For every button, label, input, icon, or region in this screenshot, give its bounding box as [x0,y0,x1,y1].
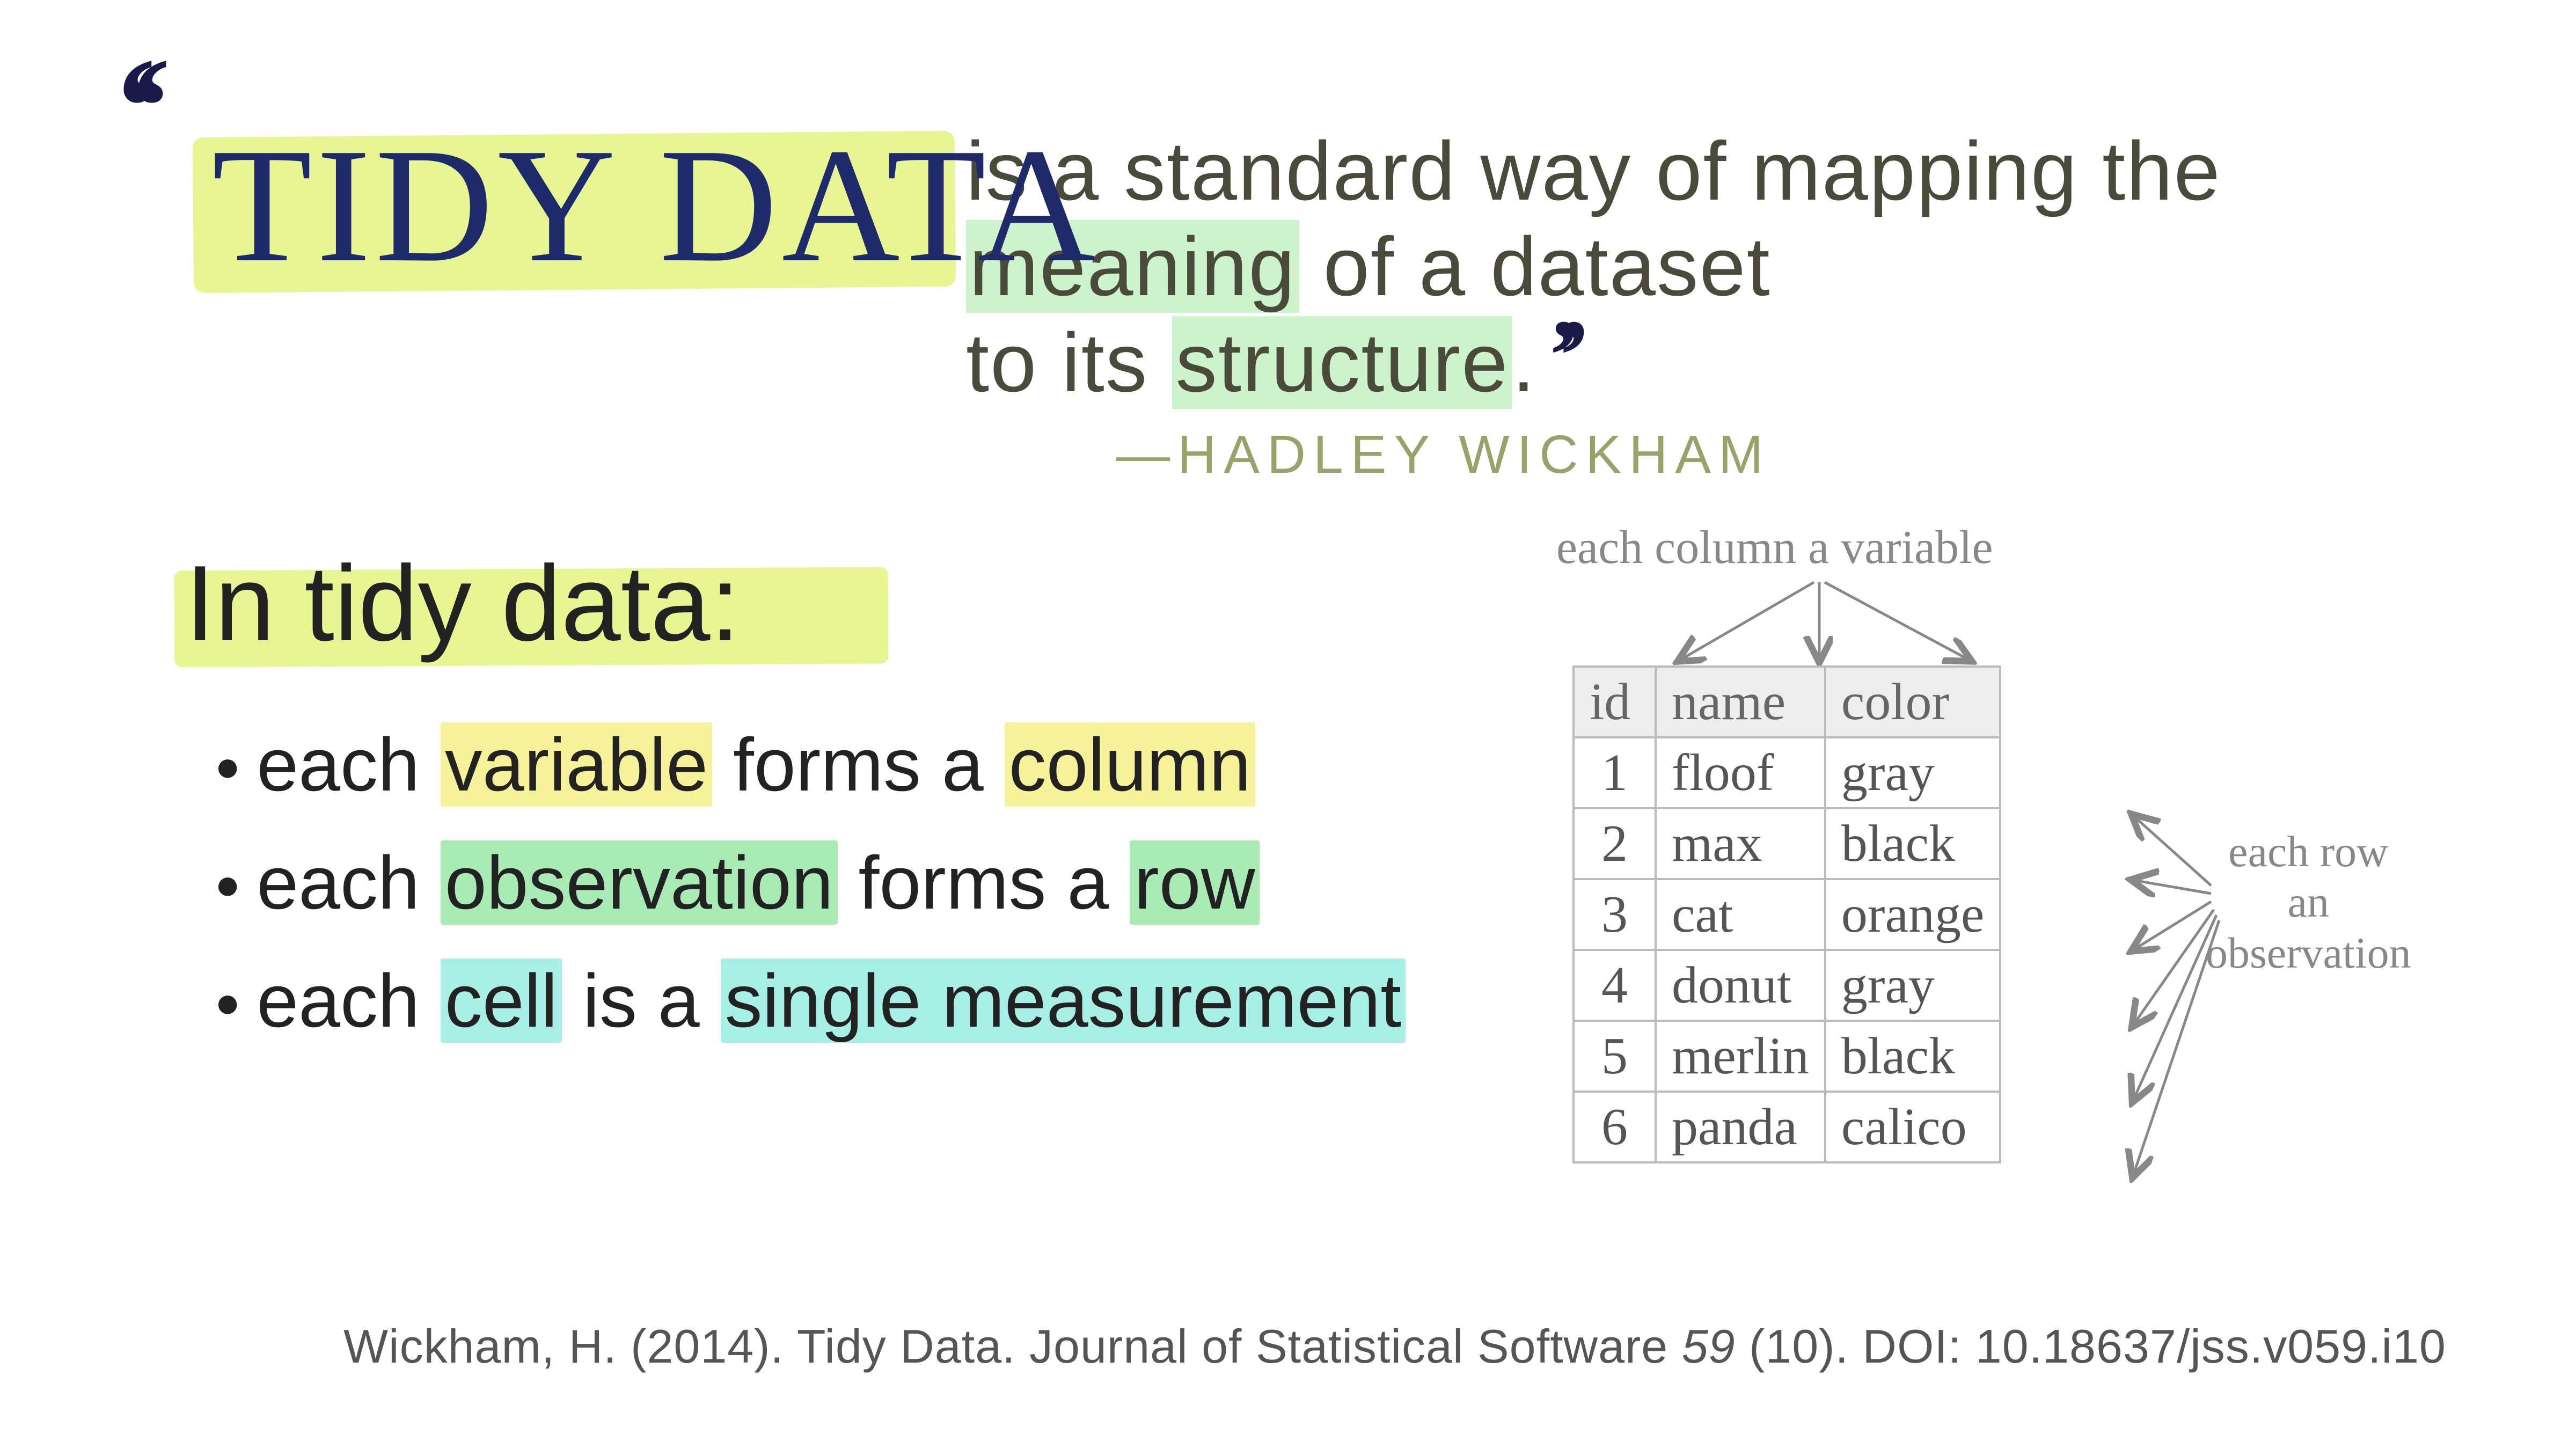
citation: Wickham, H. (2014). Tidy Data. Journal o… [343,1319,2446,1374]
th-id: id [1574,667,1656,737]
bullet-dot-icon: ● [215,852,240,917]
b3-hl2: single measurement [721,958,1406,1043]
cell-color: orange [1825,879,2001,950]
b1-hl1: variable [441,722,712,807]
quote-line-3-post: . [1512,316,1536,409]
b3-hl1: cell [441,958,562,1043]
quote-line-3: to its structure.’’ [966,315,2221,411]
annotation-columns: each column a variable [1556,521,1993,575]
cell-id: 4 [1574,950,1656,1021]
cell-name: max [1656,808,1825,879]
cell-name: panda [1656,1092,1825,1162]
cell-color: calico [1825,1092,2001,1162]
b1-hl2: column [1005,722,1255,807]
citation-pre: Wickham, H. (2014). Tidy Data. Journal o… [343,1320,1682,1373]
th-name: name [1656,667,1825,737]
table-row: 5 merlin black [1574,1021,2000,1092]
bullet-dot-icon: ● [215,734,240,799]
quote-line-3-pre: to its [966,316,1172,409]
b3-pre: each [257,958,440,1043]
b2-hl1: observation [441,840,838,925]
arrows-right-icon [2120,773,2238,1213]
citation-vol: 59 [1682,1320,1736,1373]
table-row: 1 floof gray [1574,737,2000,808]
b3-mid: is a [562,958,721,1043]
cell-color: gray [1825,737,2001,808]
cell-color: gray [1825,950,2001,1021]
quote-line-1: is a standard way of mapping the [966,123,2221,219]
example-table-wrap: id name color 1 floof gray 2 max black 3 [1572,665,2001,1163]
b1-mid: forms a [712,722,1005,807]
hl-structure: structure [1172,316,1512,409]
quote-attribution: —HADLEY WICKHAM [1116,424,1770,486]
th-color: color [1825,667,2001,737]
arrows-top-icon [1626,580,2002,676]
table-header-row: id name color [1574,667,2000,737]
open-quote-icon: ‘‘ [113,86,152,128]
table-row: 6 panda calico [1574,1092,2000,1162]
bullet-3: ● each cell is a single measurement [215,945,1406,1057]
table-row: 3 cat orange [1574,879,2000,950]
bullet-2: ● each observation forms a row [215,826,1406,939]
citation-post: (10). DOI: 10.18637/jss.v059.i10 [1736,1320,2446,1373]
slide: ‘‘ TIDY DATA is a standard way of mappin… [0,0,2576,1449]
cell-name: cat [1656,879,1825,950]
b2-hl2: row [1130,840,1260,925]
b2-mid: forms a [838,840,1130,925]
b1-pre: each [257,722,440,807]
example-table: id name color 1 floof gray 2 max black 3 [1572,665,2001,1163]
cell-color: black [1825,1021,2001,1092]
cell-name: floof [1656,737,1825,808]
cell-name: merlin [1656,1021,1825,1092]
bullet-1: ● each variable forms a column [215,708,1406,821]
table-row: 2 max black [1574,808,2000,879]
cell-id: 2 [1574,808,1656,879]
cell-id: 3 [1574,879,1656,950]
bullet-list: ● each variable forms a column ● each ob… [215,708,1406,1063]
table-row: 4 donut gray [1574,950,2000,1021]
subheading: In tidy data: [185,542,740,665]
cell-id: 1 [1574,737,1656,808]
cell-id: 5 [1574,1021,1656,1092]
tidy-data-title: TIDY DATA [196,121,1116,292]
quote-line-2-post: of a dataset [1299,220,1771,313]
quote-body: is a standard way of mapping the meaning… [966,123,2221,411]
cell-id: 6 [1574,1092,1656,1162]
cell-color: black [1825,808,2001,879]
quote-line-2: meaning of a dataset [966,219,2221,314]
bullet-dot-icon: ● [215,970,240,1035]
cell-name: donut [1656,950,1825,1021]
b2-pre: each [257,840,440,925]
